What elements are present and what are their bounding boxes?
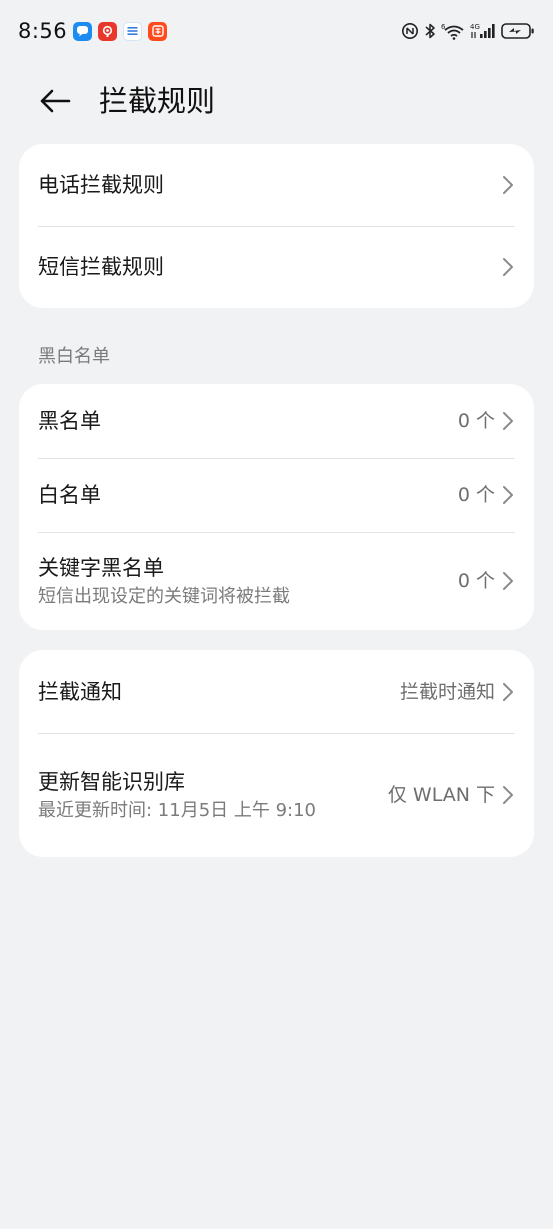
row-main: 更新智能识别库 最近更新时间: 11月5日 上午 9:10 (38, 768, 316, 823)
row-main: 拦截通知 (38, 678, 122, 706)
keyword-blacklist-count: 0 个 (457, 570, 495, 592)
battery-charging-icon (501, 22, 535, 40)
row-right: 0 个 (458, 408, 515, 434)
row-title: 黑名单 (38, 409, 101, 433)
nfc-icon (401, 22, 419, 40)
chevron-right-icon (501, 784, 515, 806)
blacklist-item[interactable]: 黑名单 0 个 (19, 384, 534, 458)
row-right: 0 个 (458, 568, 515, 594)
row-title: 更新智能识别库 (38, 769, 185, 794)
status-right: 6 4G (401, 22, 535, 40)
row-main: 短信拦截规则 (38, 253, 164, 281)
keyword-blacklist-item[interactable]: 关键字黑名单 短信出现设定的关键词将被拦截 0 个 (19, 532, 534, 630)
blackwhite-section-label: 黑白名单 (38, 346, 110, 367)
block-notification-value: 拦截时通知 (399, 680, 495, 703)
row-right: 拦截时通知 (400, 679, 515, 705)
status-bar: 8:56 6 4G (0, 0, 553, 62)
row-subtitle: 短信出现设定的关键词将被拦截 (38, 585, 290, 607)
call-block-rules-item[interactable]: 电话拦截规则 (19, 144, 534, 226)
chevron-right-icon (501, 681, 515, 703)
app-header: 拦截规则 (0, 70, 553, 132)
row-title: 拦截通知 (38, 679, 122, 704)
row-right: 仅 WLAN 下 (388, 782, 515, 808)
row-main: 电话拦截规则 (38, 171, 164, 199)
row-right (501, 174, 515, 196)
row-main: 白名单 (38, 481, 101, 509)
whitelist-item[interactable]: 白名单 0 个 (19, 458, 534, 532)
page-title: 拦截规则 (99, 84, 216, 118)
wifi-icon: 6 (441, 22, 465, 40)
row-title: 电话拦截规则 (38, 173, 164, 197)
blacklist-count: 0 个 (457, 410, 495, 432)
row-subtitle: 最近更新时间: 11月5日 上午 9:10 (38, 799, 317, 821)
status-left: 8:56 (18, 19, 168, 43)
row-main: 黑名单 (38, 407, 101, 435)
rules-card: 电话拦截规则 短信拦截规则 (19, 144, 534, 308)
security-app-icon (98, 21, 118, 41)
chevron-right-icon (501, 570, 515, 592)
chevron-right-icon (501, 410, 515, 432)
update-recognition-db-item[interactable]: 更新智能识别库 最近更新时间: 11月5日 上午 9:10 仅 WLAN 下 (19, 733, 534, 857)
chevron-right-icon (501, 256, 515, 278)
bluetooth-icon (424, 22, 436, 40)
back-arrow-icon (40, 89, 71, 113)
row-right (501, 256, 515, 278)
message-app-icon (73, 21, 93, 41)
sms-block-rules-item[interactable]: 短信拦截规则 (19, 226, 534, 308)
status-time: 8:56 (18, 19, 68, 43)
row-title: 白名单 (38, 483, 101, 507)
update-db-value: 仅 WLAN 下 (387, 784, 495, 806)
network-label: 4G (470, 23, 480, 31)
mail-app-icon (123, 21, 143, 41)
chevron-right-icon (501, 484, 515, 506)
blackwhite-card: 黑名单 0 个 白名单 0 个 关键字黑名单 短信出现设定的关键词将被拦截 0 … (19, 384, 534, 630)
whitelist-count: 0 个 (457, 484, 495, 506)
chevron-right-icon (501, 174, 515, 196)
row-title: 关键字黑名单 (38, 555, 164, 580)
signal-icon: 4G (470, 22, 496, 40)
row-main: 关键字黑名单 短信出现设定的关键词将被拦截 (38, 554, 290, 609)
back-button[interactable] (36, 84, 74, 118)
row-right: 0 个 (458, 482, 515, 508)
settings-card: 拦截通知 拦截时通知 更新智能识别库 最近更新时间: 11月5日 上午 9:10… (19, 650, 534, 857)
block-notification-item[interactable]: 拦截通知 拦截时通知 (19, 650, 534, 733)
taobao-app-icon (148, 21, 168, 41)
row-title: 短信拦截规则 (38, 255, 164, 279)
